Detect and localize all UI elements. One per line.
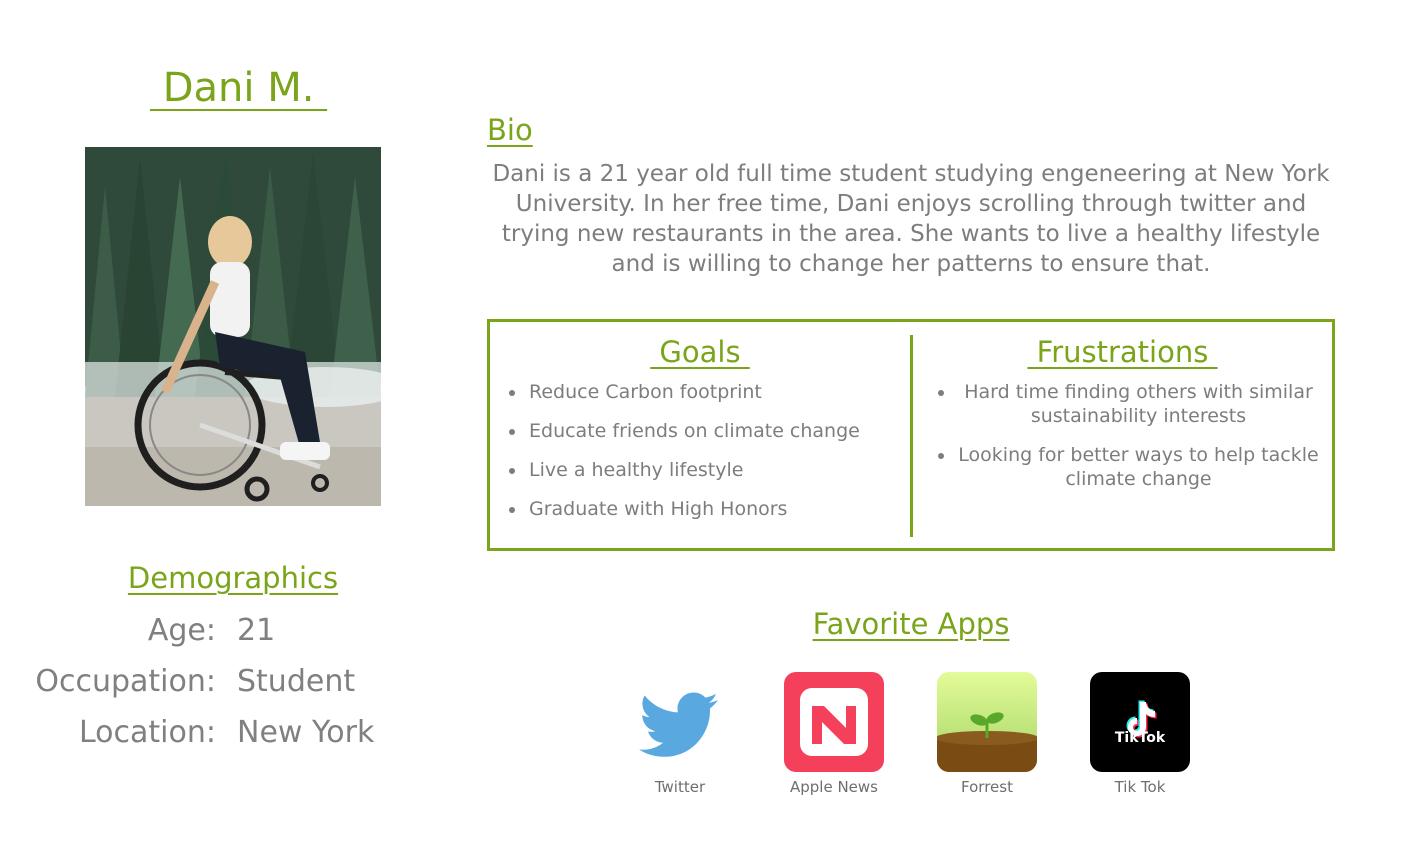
tiktok-wordmark: TikTok [1114, 730, 1166, 746]
goals-list: Reduce Carbon footprint Educate friends … [509, 380, 899, 536]
bio-text: Dani is a 21 year old full time student … [492, 161, 1330, 277]
twitter-icon[interactable] [630, 672, 730, 772]
app-tiktok[interactable]: TikTok Tik Tok [1070, 672, 1210, 797]
app-label: Apple News [789, 778, 878, 796]
demographics-label: Occupation: [35, 664, 216, 699]
list-item: Looking for better ways to help tackle c… [936, 443, 1321, 491]
forest-icon[interactable] [937, 672, 1037, 772]
demographics-label: Age: [147, 613, 216, 648]
bio-title: Bio [487, 113, 533, 147]
favorite-apps-title: Favorite Apps [812, 607, 1010, 641]
app-twitter[interactable]: Twitter [610, 672, 750, 797]
demographics-value: New York [237, 715, 375, 750]
app-label: Tik Tok [1114, 778, 1166, 796]
frustrations-list: Hard time finding others with similar su… [936, 380, 1321, 506]
persona-photo [85, 147, 381, 506]
app-forest[interactable]: Forrest [917, 672, 1057, 797]
list-item: Educate friends on climate change [509, 419, 899, 443]
app-apple-news[interactable]: Apple News [764, 672, 904, 797]
goals-frustrations-divider [910, 335, 913, 537]
app-label: Forrest [961, 778, 1013, 796]
goals-title: Goals [650, 335, 750, 369]
demographics-value: Student [237, 664, 356, 699]
list-item: Reduce Carbon footprint [509, 380, 899, 404]
persona-name: Dani M. [150, 65, 328, 111]
tiktok-icon[interactable]: TikTok [1090, 672, 1190, 772]
demographics-row-location: Location: New York [0, 713, 420, 753]
list-item: Graduate with High Honors [509, 497, 899, 521]
list-item: Live a healthy lifestyle [509, 458, 899, 482]
apple-news-icon[interactable] [784, 672, 884, 772]
demographics-value: 21 [237, 613, 276, 648]
list-item: Hard time finding others with similar su… [936, 380, 1321, 428]
frustrations-title: Frustrations [1027, 335, 1218, 369]
demographics-label: Location: [79, 715, 216, 750]
demographics-title: Demographics [127, 561, 339, 595]
app-label: Twitter [654, 778, 706, 796]
demographics-row-occupation: Occupation: Student [0, 662, 420, 702]
demographics-row-age: Age: 21 [0, 611, 420, 651]
persona-photo-illustration [85, 147, 381, 506]
